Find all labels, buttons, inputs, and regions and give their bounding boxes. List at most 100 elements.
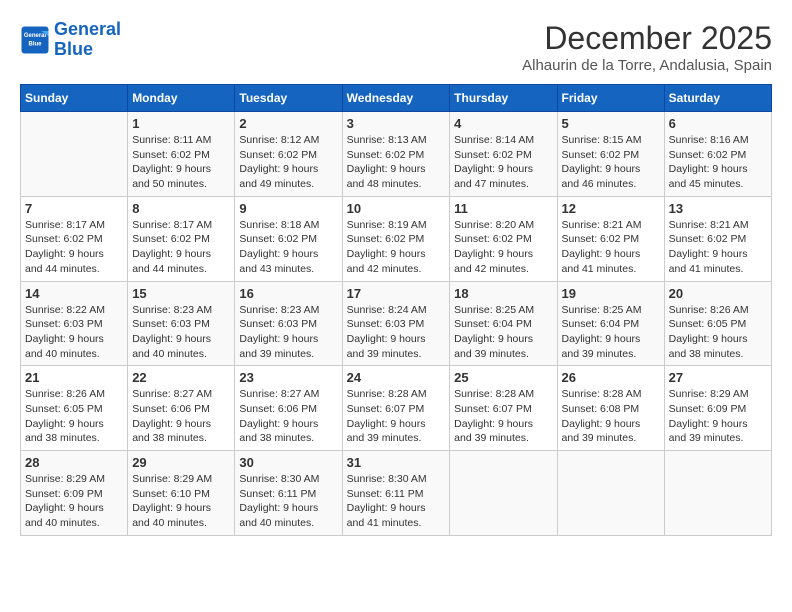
day-info: Sunrise: 8:12 AM Sunset: 6:02 PM Dayligh… — [239, 133, 337, 192]
day-cell: 31 Sunrise: 8:30 AM Sunset: 6:11 PM Dayli… — [342, 451, 450, 536]
day-cell: 24Sunrise: 8:28 AM Sunset: 6:07 PM Dayli… — [342, 366, 450, 451]
day-number: 27 — [669, 370, 767, 385]
day-info: Sunrise: 8:27 AM Sunset: 6:06 PM Dayligh… — [132, 387, 230, 446]
logo: General Blue General Blue — [20, 20, 121, 60]
day-cell: 4 Sunrise: 8:14 AM Sunset: 6:02 PM Daylig… — [450, 112, 557, 197]
day-cell: 16 Sunrise: 8:23 AM Sunset: 6:03 PM Dayli… — [235, 281, 342, 366]
day-cell: 15 Sunrise: 8:23 AM Sunset: 6:03 PM Dayli… — [128, 281, 235, 366]
calendar-table: SundayMondayTuesdayWednesdayThursdayFrid… — [20, 84, 772, 536]
day-number: 3 — [347, 116, 446, 131]
weekday-header-saturday: Saturday — [664, 85, 771, 112]
day-number: 16 — [239, 286, 337, 301]
day-info: Sunrise: 8:28 AM Sunset: 6:08 PM Dayligh… — [562, 387, 660, 446]
day-info: Sunrise: 8:25 AM Sunset: 6:04 PM Dayligh… — [562, 303, 660, 362]
day-cell: 8Sunrise: 8:17 AM Sunset: 6:02 PM Daylig… — [128, 196, 235, 281]
day-info: Sunrise: 8:13 AM Sunset: 6:02 PM Dayligh… — [347, 133, 446, 192]
day-number: 25 — [454, 370, 552, 385]
day-number: 4 — [454, 116, 552, 131]
day-cell: 25 Sunrise: 8:28 AM Sunset: 6:07 PM Dayli… — [450, 366, 557, 451]
day-info: Sunrise: 8:20 AM Sunset: 6:02 PM Dayligh… — [454, 218, 552, 277]
day-number: 20 — [669, 286, 767, 301]
day-info: Sunrise: 8:17 AM Sunset: 6:02 PM Dayligh… — [25, 218, 123, 277]
day-info: Sunrise: 8:22 AM Sunset: 6:03 PM Dayligh… — [25, 303, 123, 362]
day-info: Sunrise: 8:27 AM Sunset: 6:06 PM Dayligh… — [239, 387, 337, 446]
logo-line2: Blue — [54, 39, 93, 59]
week-row-3: 14Sunrise: 8:22 AM Sunset: 6:03 PM Dayli… — [21, 281, 772, 366]
day-info: Sunrise: 8:30 AM Sunset: 6:11 PM Dayligh… — [347, 472, 446, 531]
day-info: Sunrise: 8:18 AM Sunset: 6:02 PM Dayligh… — [239, 218, 337, 277]
day-number: 9 — [239, 201, 337, 216]
day-cell — [21, 112, 128, 197]
day-info: Sunrise: 8:14 AM Sunset: 6:02 PM Dayligh… — [454, 133, 552, 192]
day-info: Sunrise: 8:15 AM Sunset: 6:02 PM Dayligh… — [562, 133, 660, 192]
day-number: 30 — [239, 455, 337, 470]
day-number: 15 — [132, 286, 230, 301]
day-cell: 12Sunrise: 8:21 AM Sunset: 6:02 PM Dayli… — [557, 196, 664, 281]
day-cell: 21 Sunrise: 8:26 AM Sunset: 6:05 PM Dayli… — [21, 366, 128, 451]
day-number: 13 — [669, 201, 767, 216]
week-row-5: 28 Sunrise: 8:29 AM Sunset: 6:09 PM Dayli… — [21, 451, 772, 536]
weekday-header-friday: Friday — [557, 85, 664, 112]
day-cell: 17Sunrise: 8:24 AM Sunset: 6:03 PM Dayli… — [342, 281, 450, 366]
day-info: Sunrise: 8:30 AM Sunset: 6:11 PM Dayligh… — [239, 472, 337, 531]
day-number: 11 — [454, 201, 552, 216]
day-cell: 10Sunrise: 8:19 AM Sunset: 6:02 PM Dayli… — [342, 196, 450, 281]
logo-line1: General — [54, 19, 121, 39]
day-info: Sunrise: 8:28 AM Sunset: 6:07 PM Dayligh… — [347, 387, 446, 446]
week-row-2: 7Sunrise: 8:17 AM Sunset: 6:02 PM Daylig… — [21, 196, 772, 281]
day-cell — [557, 451, 664, 536]
weekday-header-wednesday: Wednesday — [342, 85, 450, 112]
day-info: Sunrise: 8:21 AM Sunset: 6:02 PM Dayligh… — [562, 218, 660, 277]
svg-text:General: General — [24, 33, 47, 39]
day-cell: 5 Sunrise: 8:15 AM Sunset: 6:02 PM Daylig… — [557, 112, 664, 197]
month-title: December 2025 — [522, 20, 772, 57]
day-info: Sunrise: 8:16 AM Sunset: 6:02 PM Dayligh… — [669, 133, 767, 192]
day-cell: 19Sunrise: 8:25 AM Sunset: 6:04 PM Dayli… — [557, 281, 664, 366]
day-number: 31 — [347, 455, 446, 470]
day-info: Sunrise: 8:23 AM Sunset: 6:03 PM Dayligh… — [132, 303, 230, 362]
day-info: Sunrise: 8:28 AM Sunset: 6:07 PM Dayligh… — [454, 387, 552, 446]
day-cell: 23Sunrise: 8:27 AM Sunset: 6:06 PM Dayli… — [235, 366, 342, 451]
day-info: Sunrise: 8:25 AM Sunset: 6:04 PM Dayligh… — [454, 303, 552, 362]
day-cell: 27 Sunrise: 8:29 AM Sunset: 6:09 PM Dayli… — [664, 366, 771, 451]
day-number: 28 — [25, 455, 123, 470]
week-row-4: 21 Sunrise: 8:26 AM Sunset: 6:05 PM Dayli… — [21, 366, 772, 451]
day-number: 6 — [669, 116, 767, 131]
logo-text: General Blue — [54, 20, 121, 60]
day-info: Sunrise: 8:21 AM Sunset: 6:02 PM Dayligh… — [669, 218, 767, 277]
day-info: Sunrise: 8:11 AM Sunset: 6:02 PM Dayligh… — [132, 133, 230, 192]
day-cell: 2 Sunrise: 8:12 AM Sunset: 6:02 PM Daylig… — [235, 112, 342, 197]
day-number: 1 — [132, 116, 230, 131]
day-cell: 18 Sunrise: 8:25 AM Sunset: 6:04 PM Dayli… — [450, 281, 557, 366]
day-number: 21 — [25, 370, 123, 385]
week-row-1: 1 Sunrise: 8:11 AM Sunset: 6:02 PM Daylig… — [21, 112, 772, 197]
day-number: 2 — [239, 116, 337, 131]
day-info: Sunrise: 8:29 AM Sunset: 6:09 PM Dayligh… — [669, 387, 767, 446]
day-cell: 30 Sunrise: 8:30 AM Sunset: 6:11 PM Dayli… — [235, 451, 342, 536]
day-number: 29 — [132, 455, 230, 470]
title-section: December 2025 Alhaurin de la Torre, Anda… — [522, 20, 772, 74]
day-info: Sunrise: 8:29 AM Sunset: 6:10 PM Dayligh… — [132, 472, 230, 531]
day-number: 22 — [132, 370, 230, 385]
day-cell: 13 Sunrise: 8:21 AM Sunset: 6:02 PM Dayli… — [664, 196, 771, 281]
day-number: 5 — [562, 116, 660, 131]
logo-icon: General Blue — [20, 25, 50, 55]
day-info: Sunrise: 8:26 AM Sunset: 6:05 PM Dayligh… — [669, 303, 767, 362]
day-info: Sunrise: 8:29 AM Sunset: 6:09 PM Dayligh… — [25, 472, 123, 531]
day-number: 26 — [562, 370, 660, 385]
day-info: Sunrise: 8:26 AM Sunset: 6:05 PM Dayligh… — [25, 387, 123, 446]
day-cell: 6 Sunrise: 8:16 AM Sunset: 6:02 PM Daylig… — [664, 112, 771, 197]
weekday-header-row: SundayMondayTuesdayWednesdayThursdayFrid… — [21, 85, 772, 112]
day-cell: 7Sunrise: 8:17 AM Sunset: 6:02 PM Daylig… — [21, 196, 128, 281]
day-cell: 9 Sunrise: 8:18 AM Sunset: 6:02 PM Daylig… — [235, 196, 342, 281]
day-cell: 29 Sunrise: 8:29 AM Sunset: 6:10 PM Dayli… — [128, 451, 235, 536]
day-number: 17 — [347, 286, 446, 301]
day-info: Sunrise: 8:23 AM Sunset: 6:03 PM Dayligh… — [239, 303, 337, 362]
page-header: General Blue General Blue December 2025 … — [20, 20, 772, 74]
day-cell: 28 Sunrise: 8:29 AM Sunset: 6:09 PM Dayli… — [21, 451, 128, 536]
day-cell: 1 Sunrise: 8:11 AM Sunset: 6:02 PM Daylig… — [128, 112, 235, 197]
day-cell — [450, 451, 557, 536]
day-number: 8 — [132, 201, 230, 216]
day-number: 18 — [454, 286, 552, 301]
day-cell — [664, 451, 771, 536]
